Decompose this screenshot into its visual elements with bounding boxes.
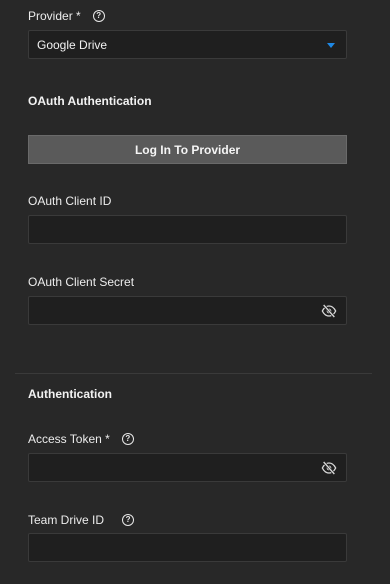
eye-off-icon[interactable]	[319, 460, 339, 476]
access-token-input[interactable]	[28, 453, 347, 482]
team-drive-id-input[interactable]	[28, 533, 347, 562]
access-token-label: Access Token *	[28, 432, 110, 446]
oauth-client-id-input[interactable]	[28, 215, 347, 244]
oauth-client-secret-label: OAuth Client Secret	[28, 275, 135, 289]
oauth-section-title: OAuth Authentication	[28, 94, 152, 108]
provider-select[interactable]: Google Drive	[28, 30, 347, 59]
oauth-client-id-label: OAuth Client ID	[28, 194, 112, 208]
team-drive-help-icon[interactable]: ?	[122, 514, 135, 526]
provider-label-row: Provider * ?	[28, 8, 105, 24]
section-divider	[15, 373, 372, 374]
team-drive-label-row: Team Drive ID ?	[28, 512, 135, 528]
eye-off-icon[interactable]	[319, 303, 339, 319]
team-drive-label: Team Drive ID	[28, 513, 105, 527]
caret-down-icon[interactable]	[327, 43, 335, 48]
oauth-client-secret-input[interactable]	[28, 296, 347, 325]
auth-section-title: Authentication	[28, 387, 112, 401]
provider-label: Provider *	[28, 9, 81, 23]
access-token-label-row: Access Token * ?	[28, 431, 134, 447]
login-provider-button[interactable]: Log In To Provider	[28, 135, 347, 164]
provider-help-icon[interactable]: ?	[92, 10, 105, 22]
access-token-help-icon[interactable]: ?	[121, 433, 134, 445]
provider-selected-value: Google Drive	[37, 38, 108, 52]
